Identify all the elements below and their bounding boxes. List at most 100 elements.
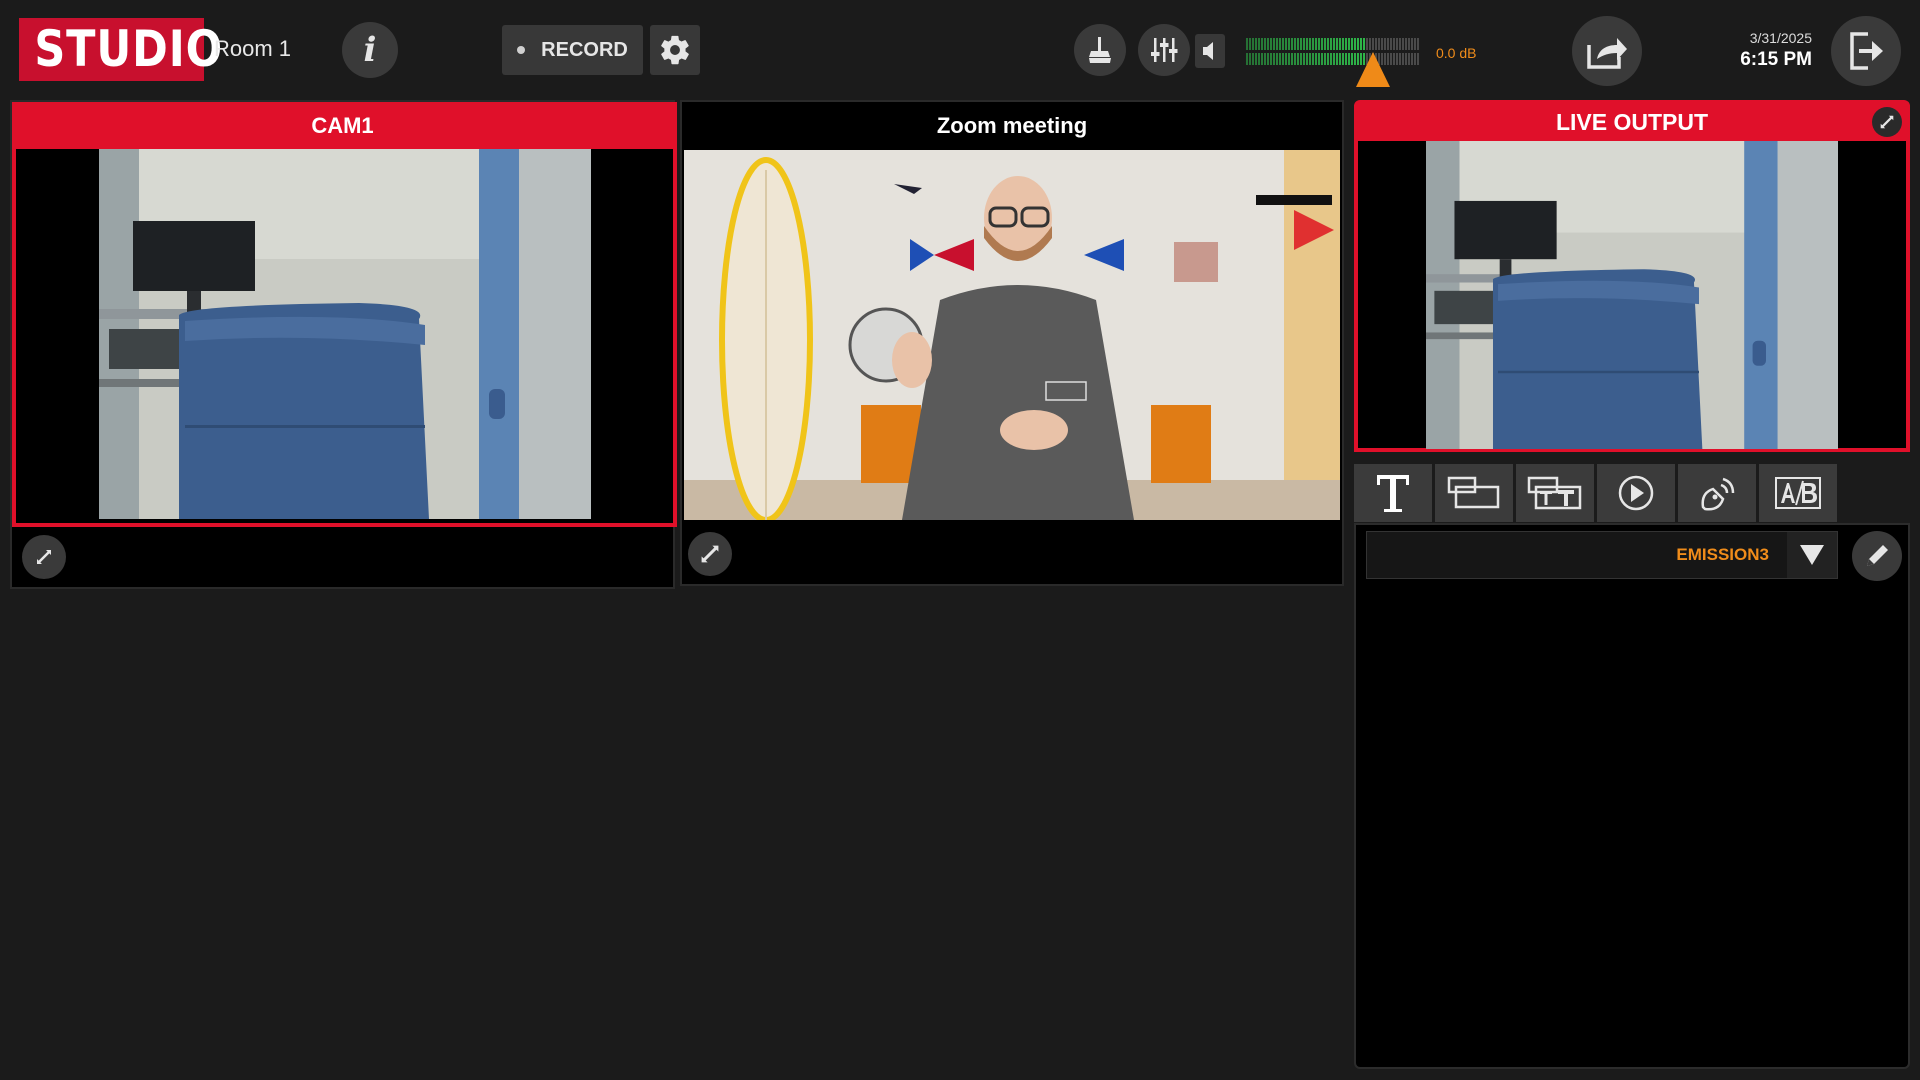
vu-segment (1279, 53, 1281, 65)
tab-title[interactable] (1354, 464, 1432, 522)
vu-segment (1252, 38, 1254, 50)
vu-segment (1414, 38, 1416, 50)
audio-level-meter (1246, 37, 1420, 67)
vu-segment (1402, 53, 1404, 65)
expand-cam1-button[interactable] (22, 535, 66, 579)
vu-segment (1411, 38, 1413, 50)
info-button[interactable]: i (342, 22, 398, 78)
vu-segment (1345, 53, 1347, 65)
clear-overlays-button[interactable] (1074, 24, 1126, 76)
vu-segment (1342, 38, 1344, 50)
audio-gain-handle[interactable] (1356, 52, 1390, 87)
vu-segment (1309, 38, 1311, 50)
emission-dropdown-toggle[interactable] (1787, 532, 1837, 578)
vu-segment (1372, 38, 1374, 50)
vu-segment (1417, 53, 1419, 65)
vu-segment (1291, 53, 1293, 65)
source-cam1-panel[interactable]: CAM1 (10, 100, 677, 589)
studio-logo: STUDIO (19, 18, 222, 81)
source-zoom-panel[interactable]: Zoom meeting (680, 100, 1344, 586)
title-text-icon (1377, 475, 1409, 512)
tab-broadcast[interactable] (1678, 464, 1756, 522)
vu-segment (1396, 53, 1398, 65)
vu-segment (1381, 38, 1383, 50)
vu-segment (1270, 53, 1272, 65)
pencil-icon (1867, 545, 1888, 566)
source-title-cam1: CAM1 (12, 102, 673, 149)
logout-button[interactable] (1831, 16, 1901, 86)
vu-segment (1366, 38, 1368, 50)
vu-segment (1327, 38, 1329, 50)
vu-segment (1288, 53, 1290, 65)
vu-segment (1318, 38, 1320, 50)
vu-segment (1318, 53, 1320, 65)
vu-segment (1339, 38, 1341, 50)
live-fullscreen-button[interactable] (1872, 107, 1902, 137)
vu-segment (1276, 53, 1278, 65)
vu-segment (1258, 53, 1260, 65)
live-output-title: LIVE OUTPUT (1358, 104, 1906, 141)
record-button[interactable]: RECORD (502, 25, 643, 75)
vu-segment (1390, 53, 1392, 65)
vu-segment (1249, 38, 1251, 50)
audio-level-readout: 0.0 dB (1436, 45, 1477, 61)
vu-segment (1267, 53, 1269, 65)
vu-segment (1294, 38, 1296, 50)
tab-lower-third[interactable] (1435, 464, 1513, 522)
vu-segment (1339, 53, 1341, 65)
settings-button[interactable] (650, 25, 700, 75)
sliders-icon (1151, 38, 1178, 62)
vu-segment (1297, 53, 1299, 65)
audio-mixer-button[interactable] (1138, 24, 1190, 76)
vu-segment (1330, 38, 1332, 50)
emission-dropdown[interactable]: EMISSION3 (1366, 531, 1838, 579)
vu-segment (1351, 38, 1353, 50)
expand-zoom-button[interactable] (688, 532, 732, 576)
vu-segment (1357, 38, 1359, 50)
vu-segment (1405, 38, 1407, 50)
vu-segment (1399, 38, 1401, 50)
vu-segment (1336, 53, 1338, 65)
vu-segment (1306, 53, 1308, 65)
vu-segment (1249, 53, 1251, 65)
vu-segment (1360, 38, 1362, 50)
tab-ab-switch[interactable] (1759, 464, 1837, 522)
vu-segment (1303, 53, 1305, 65)
expand-icon (701, 545, 719, 563)
vu-segment (1258, 38, 1260, 50)
vu-segment (1291, 38, 1293, 50)
vu-segment (1393, 38, 1395, 50)
vu-segment (1393, 53, 1395, 65)
vu-segment (1390, 38, 1392, 50)
vu-segment (1333, 38, 1335, 50)
date-text: 3/31/2025 (1749, 30, 1812, 46)
record-label: RECORD (541, 38, 628, 61)
info-icon: i (363, 30, 377, 70)
vu-segment (1417, 38, 1419, 50)
live-output-video (1426, 141, 1838, 449)
vu-segment (1408, 38, 1410, 50)
cam1-video-feed (99, 149, 591, 519)
vu-segment (1276, 38, 1278, 50)
vu-segment (1261, 53, 1263, 65)
vu-segment (1282, 53, 1284, 65)
tab-double-title[interactable] (1516, 464, 1594, 522)
vu-segment (1324, 53, 1326, 65)
emission-selected-value: EMISSION3 (1676, 545, 1769, 564)
edit-emission-button[interactable] (1852, 531, 1902, 581)
broom-icon (1089, 37, 1111, 63)
mute-button[interactable] (1195, 34, 1225, 68)
date-time: 3/31/2025 6:15 PM (1720, 30, 1812, 71)
vu-segment (1375, 38, 1377, 50)
vu-segment (1342, 53, 1344, 65)
vu-segment (1300, 53, 1302, 65)
share-button[interactable] (1572, 16, 1642, 86)
vu-segment (1273, 38, 1275, 50)
vu-segment (1411, 53, 1413, 65)
vu-segment (1345, 38, 1347, 50)
tab-media-player[interactable] (1597, 464, 1675, 522)
vu-segment (1387, 38, 1389, 50)
vu-segment (1252, 53, 1254, 65)
vu-segment (1333, 53, 1335, 65)
vu-segment (1285, 38, 1287, 50)
